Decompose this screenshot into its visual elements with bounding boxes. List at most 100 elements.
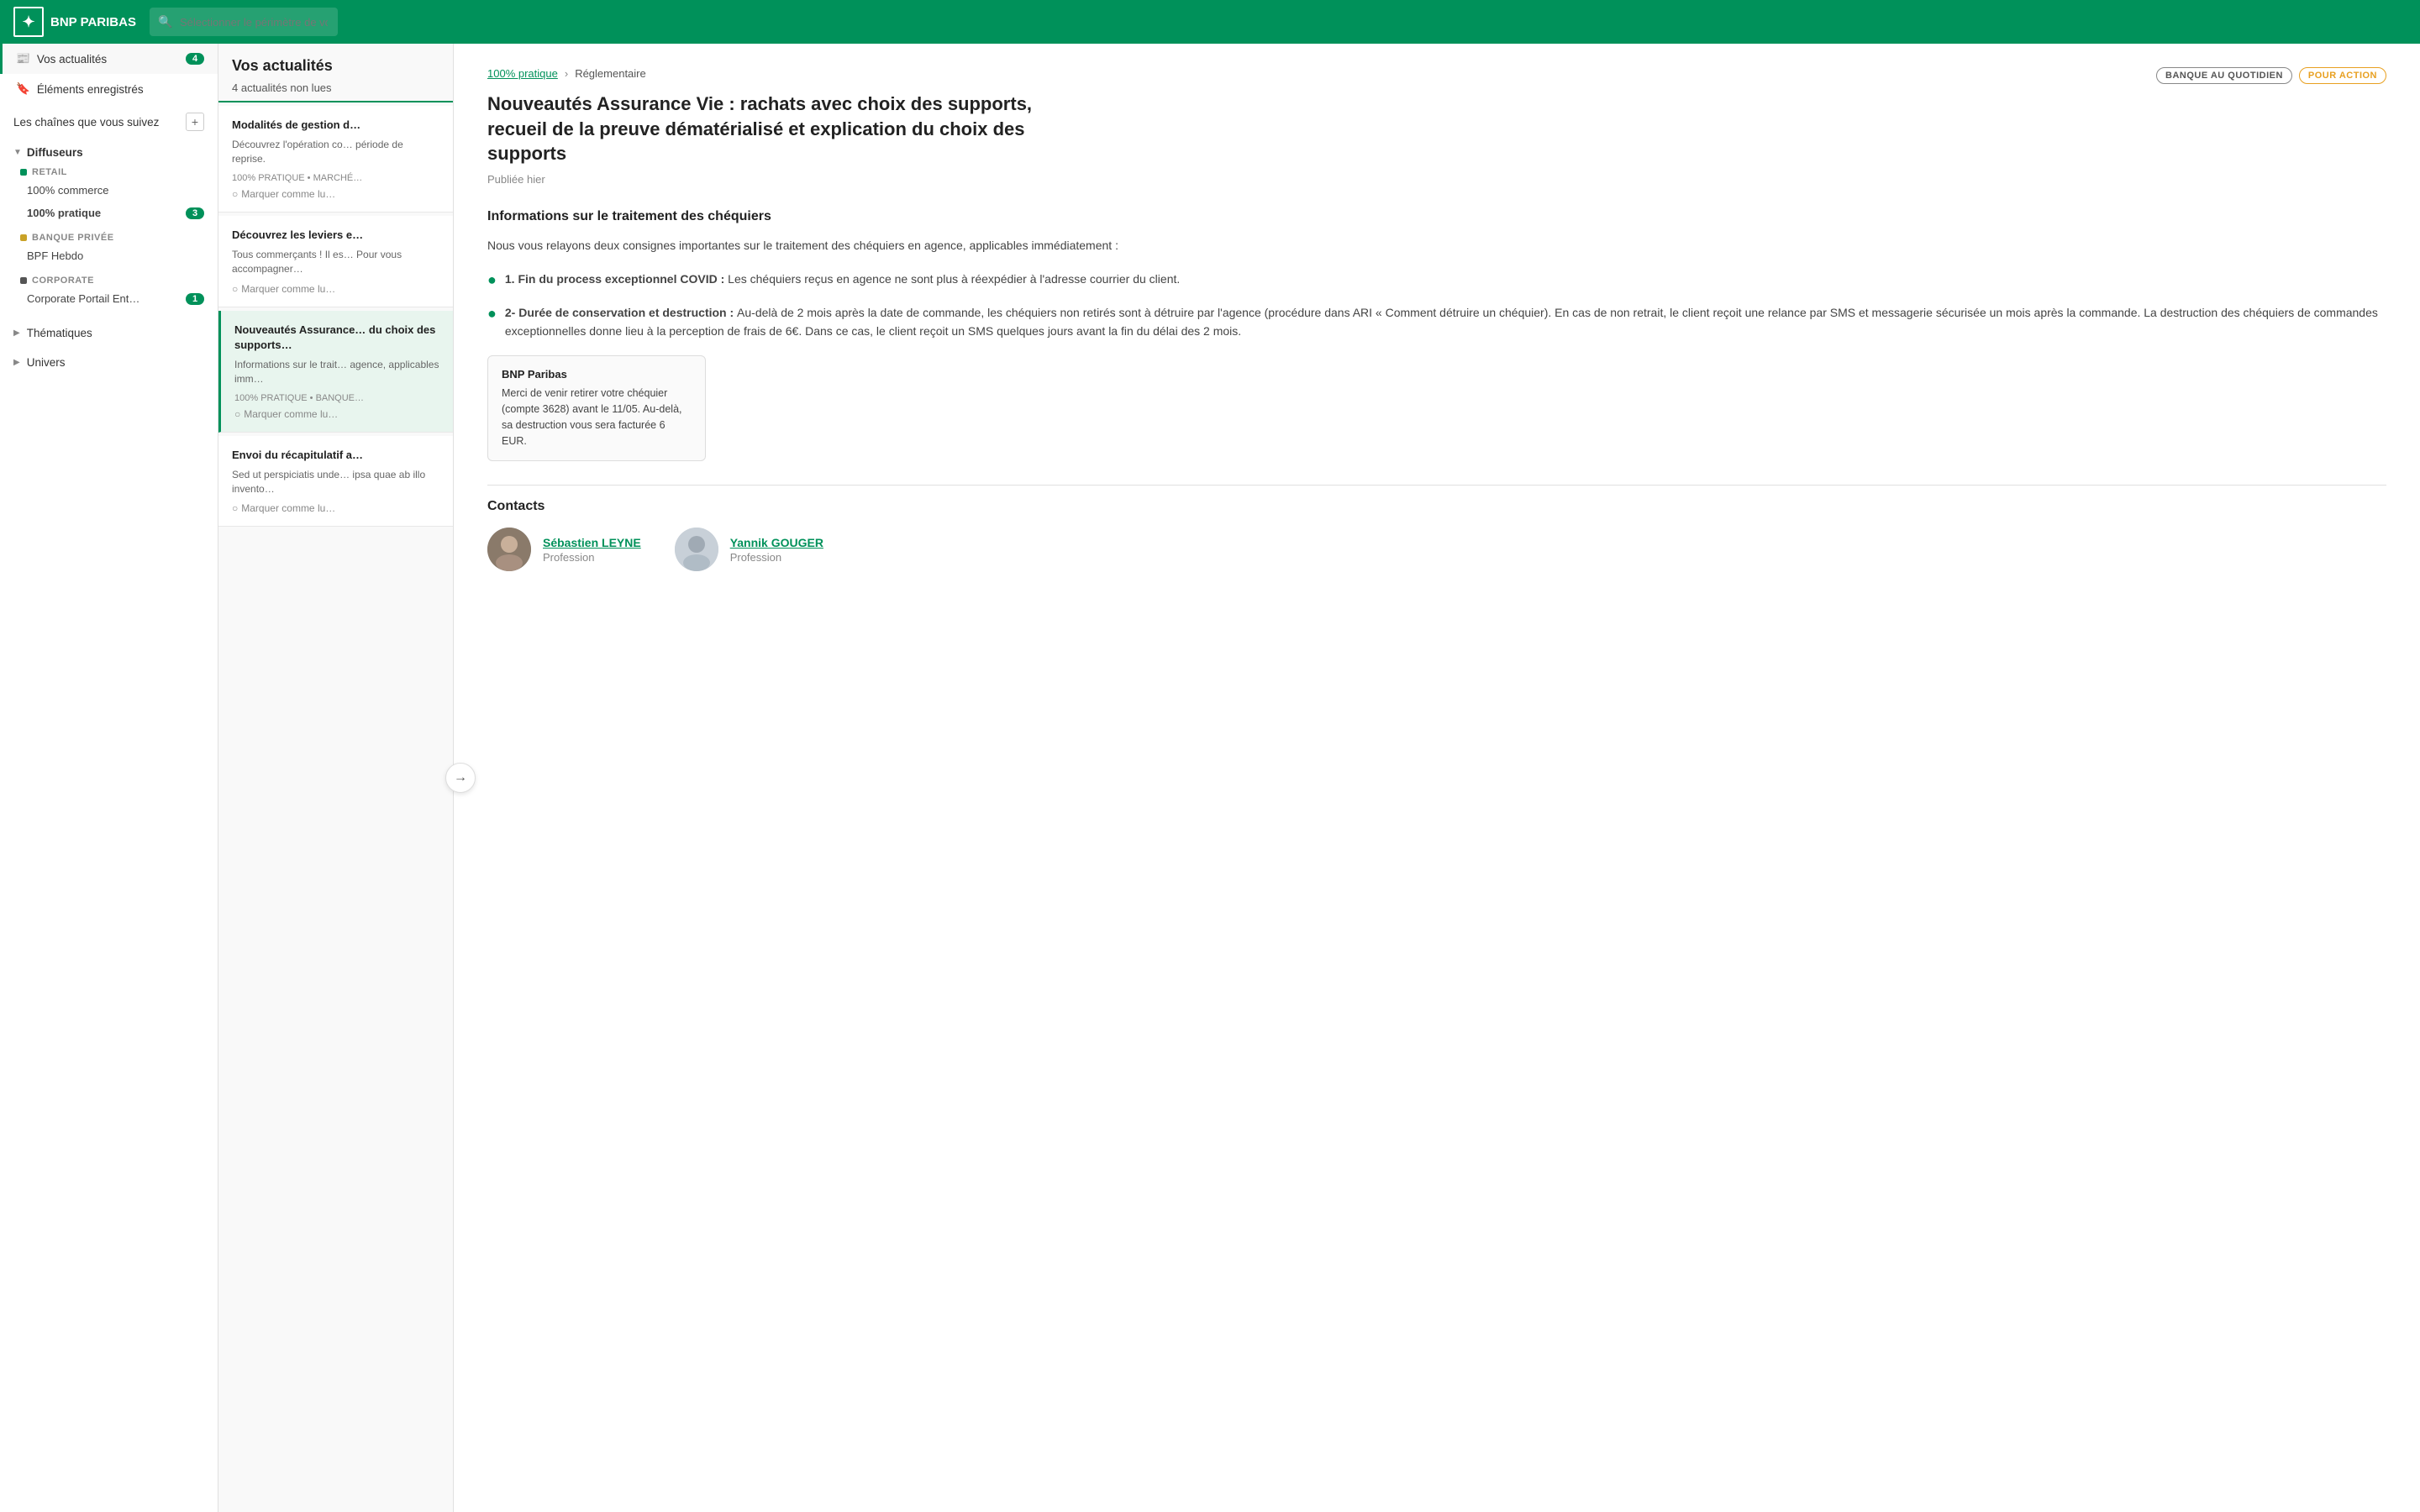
breadcrumb-link[interactable]: 100% pratique xyxy=(487,67,558,80)
article-list-title: Vos actualités xyxy=(218,44,453,81)
chevron-icon: ▶ xyxy=(13,358,20,367)
contact-name-2: Yannik GOUGER xyxy=(730,536,823,549)
bookmark-icon: 🔖 xyxy=(16,82,30,96)
les-chaines-header: Les chaînes que vous suivez + xyxy=(0,104,218,139)
corporate-section-header: CORPORATE xyxy=(0,274,218,287)
article-title-3: Nouveautés Assurance… du choix des suppo… xyxy=(234,323,439,353)
article-title-1: Modalités de gestion d… xyxy=(232,118,439,133)
bullet-item-1: ● 1. Fin du process exceptionnel COVID :… xyxy=(487,270,2386,291)
sidebar-item-label: Éléments enregistrés xyxy=(37,83,144,96)
nav-arrow[interactable]: → xyxy=(445,763,476,793)
contact-role-2: Profession xyxy=(730,551,823,564)
contact-avatar-2 xyxy=(675,528,718,571)
mark-read-btn-1[interactable]: ○ Marquer comme lu… xyxy=(232,188,439,200)
logo-area: ✦ BNP PARIBAS xyxy=(13,7,136,37)
article-detail: 100% pratique › Réglementaire BANQUE AU … xyxy=(454,44,2420,1512)
channel-label: BPF Hebdo xyxy=(27,249,83,262)
content-area: Vos actualités 4 actualités non lues Mod… xyxy=(218,44,2420,1512)
breadcrumb-separator: › xyxy=(565,67,568,80)
newspaper-icon: 📰 xyxy=(16,52,30,66)
retail-section-header: RETAIL xyxy=(0,165,218,179)
check-icon: ○ xyxy=(234,408,240,420)
mark-read-btn-4[interactable]: ○ Marquer comme lu… xyxy=(232,502,439,514)
bullet-text-2: Au-delà de 2 mois après la date de comma… xyxy=(505,306,2378,338)
bullet-dot-2: ● xyxy=(487,303,497,341)
bullet-title-2: 2- Durée de conservation et destruction … xyxy=(505,306,737,319)
contact-name-1: Sébastien LEYNE xyxy=(543,536,641,549)
sidebar-badge-actualites: 4 xyxy=(186,53,204,65)
banque-privee-section-header: BANQUE PRIVÉE xyxy=(0,231,218,244)
article-intro-text: Nous vous relayons deux consignes import… xyxy=(487,236,2386,255)
retail-dot xyxy=(20,169,27,176)
breadcrumb-current: Réglementaire xyxy=(575,67,646,80)
contacts-title: Contacts xyxy=(487,485,2386,514)
article-excerpt-2: Tous commerçants ! Il es… Pour vous acco… xyxy=(232,248,439,276)
thematiques-label: Thématiques xyxy=(27,327,92,339)
article-excerpt-1: Découvrez l'opération co… période de rep… xyxy=(232,138,439,166)
diffuseurs-label: Diffuseurs xyxy=(27,146,83,159)
mark-read-btn-3[interactable]: ○ Marquer comme lu… xyxy=(234,408,439,420)
app-header: ✦ BNP PARIBAS 🔍 xyxy=(0,0,2420,44)
channel-badge: 1 xyxy=(186,293,204,305)
check-icon: ○ xyxy=(232,188,238,200)
tag-banque-quotidien: BANQUE AU QUOTIDIEN xyxy=(2156,67,2292,84)
bullet-item-2: ● 2- Durée de conservation et destructio… xyxy=(487,303,2386,341)
article-card-2[interactable]: Découvrez les leviers e… Tous commerçant… xyxy=(218,216,453,307)
article-meta-1: 100% PRATIQUE • MARCHÉ… xyxy=(232,173,439,183)
breadcrumb: 100% pratique › Réglementaire xyxy=(487,67,2386,80)
article-list: Vos actualités 4 actualités non lues Mod… xyxy=(218,44,454,1512)
channel-corporate-portail[interactable]: Corporate Portail Ent… 1 xyxy=(0,287,218,310)
bullet-dot-1: ● xyxy=(487,270,497,291)
sidebar-item-actualites[interactable]: 📰 Vos actualités 4 xyxy=(0,44,218,74)
article-card-3[interactable]: Nouveautés Assurance… du choix des suppo… xyxy=(218,311,453,433)
bullet-content-2: 2- Durée de conservation et destruction … xyxy=(505,303,2386,341)
les-chaines-label: Les chaînes que vous suivez xyxy=(13,116,159,129)
article-detail-header: 100% pratique › Réglementaire BANQUE AU … xyxy=(487,67,2386,80)
sidebar-item-label: Vos actualités xyxy=(37,53,107,66)
channel-bpf-hebdo[interactable]: BPF Hebdo xyxy=(0,244,218,267)
search-wrapper: 🔍 xyxy=(150,8,637,36)
article-card-4[interactable]: Envoi du récapitulatif a… Sed ut perspic… xyxy=(218,436,453,528)
article-excerpt-4: Sed ut perspiciatis unde… ipsa quae ab i… xyxy=(232,468,439,496)
sidebar-item-enregistres[interactable]: 🔖 Éléments enregistrés xyxy=(0,74,218,104)
article-title-4: Envoi du récapitulatif a… xyxy=(232,448,439,463)
corporate-label: CORPORATE xyxy=(32,276,94,286)
sms-preview-box: BNP Paribas Merci de venir retirer votre… xyxy=(487,355,706,461)
article-tags: BANQUE AU QUOTIDIEN POUR ACTION xyxy=(2156,67,2386,84)
channel-100-pratique[interactable]: 100% pratique 3 xyxy=(0,202,218,224)
contact-card-1[interactable]: Sébastien LEYNE Profession xyxy=(487,528,641,571)
contact-photo-1 xyxy=(487,528,531,571)
thematiques-expand[interactable]: ▶ Thématiques xyxy=(0,318,218,348)
sms-sender: BNP Paribas xyxy=(502,368,692,381)
bullet-list: ● 1. Fin du process exceptionnel COVID :… xyxy=(487,270,2386,340)
article-main-title: Nouveautés Assurance Vie : rachats avec … xyxy=(487,92,1059,166)
bullet-content-1: 1. Fin du process exceptionnel COVID : L… xyxy=(505,270,1180,291)
corporate-dot xyxy=(20,277,27,284)
article-title-2: Découvrez les leviers e… xyxy=(232,228,439,243)
sms-text: Merci de venir retirer votre chéquier (c… xyxy=(502,386,692,449)
channel-label: Corporate Portail Ent… xyxy=(27,292,139,305)
logo-text: BNP PARIBAS xyxy=(50,15,136,29)
contact-info-2: Yannik GOUGER Profession xyxy=(730,536,823,564)
univers-expand[interactable]: ▶ Univers xyxy=(0,348,218,377)
bullet-title-1: 1. Fin du process exceptionnel COVID : xyxy=(505,272,728,286)
retail-label: RETAIL xyxy=(32,167,67,177)
contact-info-1: Sébastien LEYNE Profession xyxy=(543,536,641,564)
logo-box: ✦ xyxy=(13,7,44,37)
contact-photo-2 xyxy=(675,528,718,571)
article-card-1[interactable]: Modalités de gestion d… Découvrez l'opér… xyxy=(218,106,453,213)
search-input[interactable] xyxy=(150,8,338,36)
contact-card-2[interactable]: Yannik GOUGER Profession xyxy=(675,528,823,571)
channel-badge: 3 xyxy=(186,207,204,219)
banque-privee-dot xyxy=(20,234,27,241)
mark-read-btn-2[interactable]: ○ Marquer comme lu… xyxy=(232,283,439,295)
check-icon: ○ xyxy=(232,283,238,295)
channel-100-commerce[interactable]: 100% commerce xyxy=(0,179,218,202)
unread-count: 4 actualités non lues xyxy=(218,81,453,102)
contacts-section: Contacts Sébastien LEYNE Profess xyxy=(487,485,2386,571)
diffuseurs-row[interactable]: ▼ Diffuseurs xyxy=(0,139,218,165)
univers-label: Univers xyxy=(27,356,66,369)
add-chain-button[interactable]: + xyxy=(186,113,204,131)
tag-pour-action: POUR ACTION xyxy=(2299,67,2386,84)
chevron-icon: ▶ xyxy=(13,328,20,338)
